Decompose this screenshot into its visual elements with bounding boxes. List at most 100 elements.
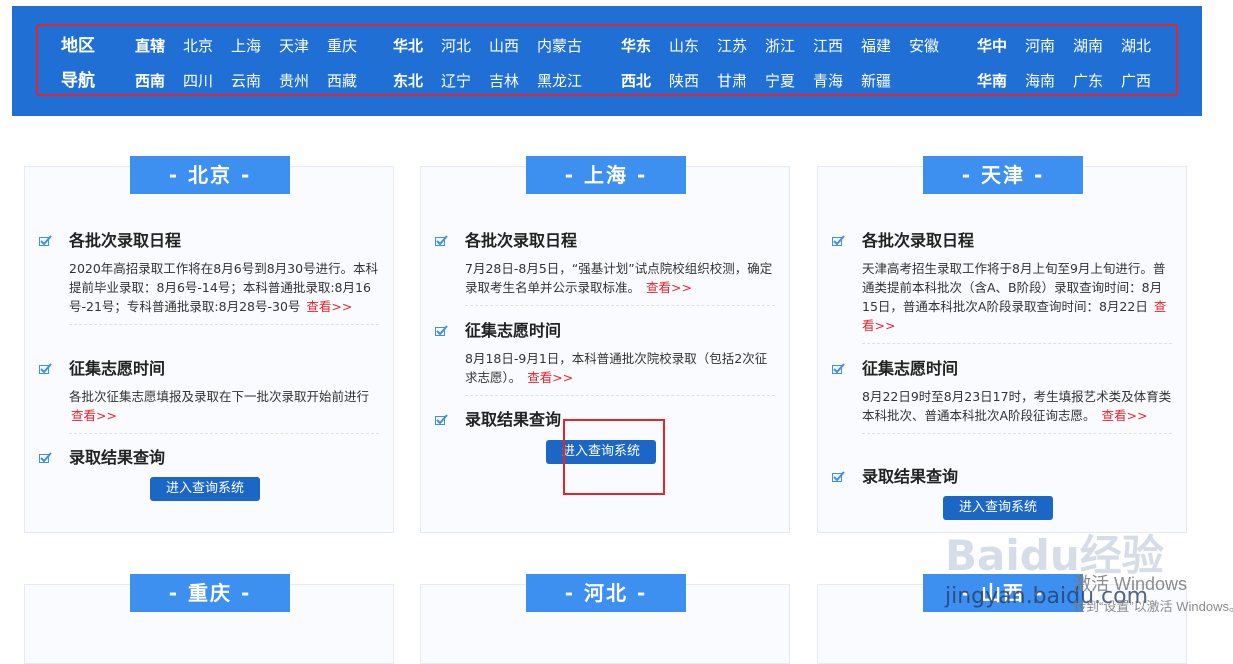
divider (862, 343, 1172, 344)
region-link[interactable]: 辽宁 (441, 71, 471, 91)
card-hebei: - 河北 - (420, 574, 790, 664)
result-section: 录取结果查询 (39, 446, 379, 470)
more-link[interactable]: 查看>> (527, 370, 573, 385)
region-link[interactable]: 天津 (279, 36, 309, 56)
region-link[interactable]: 云南 (231, 71, 261, 91)
section-title: 征集志愿时间 (862, 359, 959, 378)
region-link[interactable]: 广西 (1121, 71, 1151, 91)
region-link[interactable]: 江西 (813, 36, 843, 56)
checkmark-icon (39, 452, 52, 463)
more-link[interactable]: 查看>> (71, 408, 117, 423)
region-link[interactable]: 重庆 (327, 36, 357, 56)
section-text: 各批次征集志愿填报及录取在下一批次录取开始前进行 查看>> (69, 387, 379, 425)
checkmark-icon (435, 414, 448, 425)
region-nav-title-bottom: 导航 (61, 71, 95, 91)
checkmark-icon (435, 325, 448, 336)
card-chongqing: - 重庆 - (24, 574, 394, 664)
region-nav-title-top: 地区 (61, 36, 95, 56)
solicit-section: 征集志愿时间 8月18日-9月1日，本科普通批次院校录取（包括2次征求志愿）。 … (435, 319, 775, 396)
section-title: 录取结果查询 (465, 410, 562, 429)
divider (69, 324, 379, 325)
region-link[interactable]: 江苏 (717, 36, 747, 56)
region-link[interactable]: 河南 (1025, 36, 1055, 56)
divider (69, 433, 379, 434)
region-group-label: 华南 (977, 72, 1008, 90)
card-title: - 河北 - (526, 574, 686, 612)
region-link[interactable]: 上海 (231, 36, 261, 56)
region-link[interactable]: 甘肃 (717, 71, 747, 91)
region-link[interactable]: 四川 (183, 71, 213, 91)
solicit-section: 征集志愿时间 8月22日9时至8月23日17时，考生填报艺术类及体育类本科批次、… (832, 357, 1172, 434)
solicit-text: 各批次征集志愿填报及录取在下一批次录取开始前进行 (69, 389, 370, 404)
divider (465, 305, 775, 306)
region-link[interactable]: 内蒙古 (537, 36, 582, 56)
region-link[interactable]: 青海 (813, 71, 843, 91)
schedule-section: 各批次录取日程 天津高考招生录取工作将于8月上旬至9月上旬进行。普通类提前本科批… (832, 229, 1172, 344)
schedule-text: 7月28日-8月5日，“强基计划”试点院校组织校测，确定录取考生名单并公示录取标… (465, 261, 773, 295)
section-title: 录取结果查询 (69, 448, 166, 467)
region-group-label: 西南 (135, 72, 166, 90)
section-title: 各批次录取日程 (69, 231, 182, 250)
region-link[interactable]: 陕西 (669, 71, 699, 91)
region-link[interactable]: 安徽 (909, 36, 939, 56)
annotation-highlight-box (563, 419, 665, 495)
region-link[interactable]: 湖北 (1121, 36, 1151, 56)
card-title: - 北京 - (130, 156, 290, 194)
section-text: 2020年高招录取工作将在8月6号到8月30号进行。本科提前毕业录取：8月6号-… (69, 259, 379, 316)
card-shanxi: - 山西 - (817, 574, 1187, 664)
more-link[interactable]: 查看>> (1102, 408, 1148, 423)
region-nav: 地区 直辖 北京 上海 天津 重庆 华北 河北 山西 内蒙古 华东 山东 江苏 浙江 江西 福建 安徽 华中 河南… (12, 6, 1202, 116)
region-link[interactable]: 宁夏 (765, 71, 795, 91)
schedule-section: 各批次录取日程 7月28日-8月5日，“强基计划”试点院校组织校测，确定录取考生… (435, 229, 775, 306)
card-title: - 天津 - (923, 156, 1083, 194)
section-text: 8月22日9时至8月23日17时，考生填报艺术类及体育类本科批次、普通本科批次A… (862, 387, 1172, 425)
card-tianjin: - 天津 - 各批次录取日程 天津高考招生录取工作将于8月上旬至9月上旬进行。普… (817, 156, 1187, 533)
region-nav-row-2: 导航 西南 四川 云南 贵州 西藏 东北 辽宁 吉林 黑龙江 西北 陕西 甘肃 宁夏 青海 新疆 华南 海南 广东… (12, 71, 1202, 91)
checkmark-icon (435, 235, 448, 246)
card-title: - 上海 - (526, 156, 686, 194)
region-link[interactable]: 吉林 (489, 71, 519, 91)
region-link[interactable]: 贵州 (279, 71, 309, 91)
card-title: - 重庆 - (130, 574, 290, 612)
region-link[interactable]: 福建 (861, 36, 891, 56)
region-link[interactable]: 北京 (183, 36, 213, 56)
divider (862, 433, 1172, 434)
region-nav-row-1: 地区 直辖 北京 上海 天津 重庆 华北 河北 山西 内蒙古 华东 山东 江苏 浙江 江西 福建 安徽 华中 河南… (12, 36, 1202, 56)
region-group-label: 华东 (621, 37, 652, 55)
region-link[interactable]: 新疆 (861, 71, 891, 91)
solicit-section: 征集志愿时间 各批次征集志愿填报及录取在下一批次录取开始前进行 查看>> (39, 357, 379, 434)
region-group-label: 华北 (393, 37, 424, 55)
region-link[interactable]: 山东 (669, 36, 699, 56)
more-link[interactable]: 查看>> (306, 299, 352, 314)
query-system-button[interactable]: 进入查询系统 (943, 496, 1053, 520)
card-beijing: - 北京 - 各批次录取日程 2020年高招录取工作将在8月6号到8月30号进行… (24, 156, 394, 533)
region-link[interactable]: 海南 (1025, 71, 1055, 91)
section-title: 各批次录取日程 (862, 231, 975, 250)
result-section: 录取结果查询 (832, 465, 1172, 489)
schedule-text: 天津高考招生录取工作将于8月上旬至9月上旬进行。普通类提前本科批次（含A、B阶段… (862, 261, 1166, 314)
region-link[interactable]: 广东 (1073, 71, 1103, 91)
region-group-label: 东北 (393, 72, 424, 90)
section-title: 征集志愿时间 (465, 321, 562, 340)
section-title: 录取结果查询 (862, 467, 959, 486)
checkmark-icon (832, 235, 845, 246)
query-system-button[interactable]: 进入查询系统 (150, 477, 260, 501)
section-text: 天津高考招生录取工作将于8月上旬至9月上旬进行。普通类提前本科批次（含A、B阶段… (862, 259, 1172, 335)
section-title: 征集志愿时间 (69, 359, 166, 378)
section-text: 7月28日-8月5日，“强基计划”试点院校组织校测，确定录取考生名单并公示录取标… (465, 259, 775, 297)
checkmark-icon (832, 363, 845, 374)
checkmark-icon (832, 471, 845, 482)
region-link[interactable]: 河北 (441, 36, 471, 56)
region-group-label: 华中 (977, 37, 1008, 55)
region-link[interactable]: 山西 (489, 36, 519, 56)
region-group-label: 直辖 (135, 37, 166, 55)
region-group-label: 西北 (621, 72, 652, 90)
divider (465, 395, 775, 396)
more-link[interactable]: 查看>> (646, 280, 692, 295)
card-title: - 山西 - (923, 574, 1083, 612)
region-link[interactable]: 西藏 (327, 71, 357, 91)
region-link[interactable]: 黑龙江 (537, 71, 582, 91)
region-link[interactable]: 浙江 (765, 36, 795, 56)
region-link[interactable]: 湖南 (1073, 36, 1103, 56)
solicit-text: 8月18日-9月1日，本科普通批次院校录取（包括2次征求志愿）。 (465, 351, 768, 385)
